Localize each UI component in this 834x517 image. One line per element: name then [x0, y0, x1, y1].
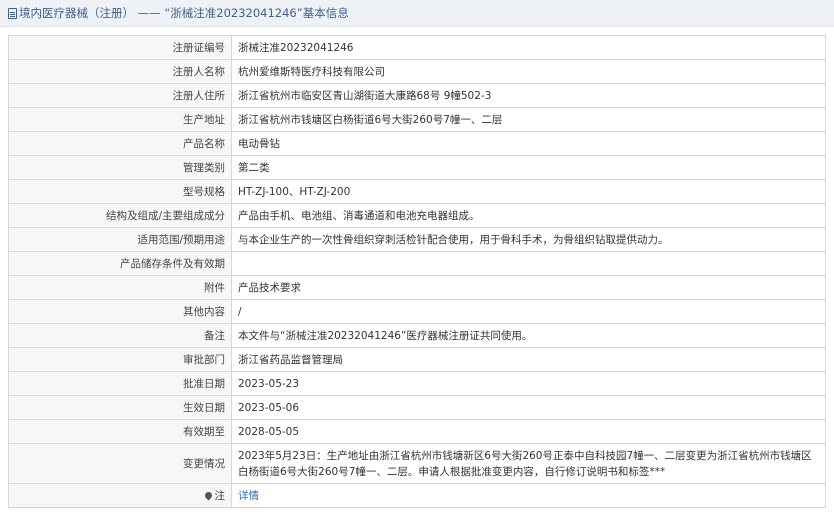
- row-label: 注册人住所: [8, 83, 232, 108]
- table-row: 有效期至 2028-05-05: [8, 419, 826, 444]
- note-value-cell: 详情: [231, 483, 826, 508]
- table-row: 适用范围/预期用途 与本企业生产的一次性骨组织穿刺活检针配合使用，用于骨科手术，为…: [8, 227, 826, 252]
- table-row: 其他内容 /: [8, 299, 826, 324]
- table-row: 注册人名称 杭州爱维斯特医疗科技有限公司: [8, 59, 826, 84]
- row-value: 2028-05-05: [231, 419, 826, 444]
- row-value: 2023-05-06: [231, 395, 826, 420]
- table-row: 审批部门 浙江省药品监督管理局: [8, 347, 826, 372]
- section-title: 境内医疗器械（注册）: [19, 6, 134, 20]
- table-row: 管理类别 第二类: [8, 155, 826, 180]
- row-label: 型号规格: [8, 179, 232, 204]
- table-row: 变更情况 2023年5月23日：生产地址由浙江省杭州市钱塘新区6号大街260号正泰…: [8, 443, 826, 484]
- row-value: 产品技术要求: [231, 275, 826, 300]
- row-label: 变更情况: [8, 443, 232, 484]
- table-row: 备注 本文件与“浙械注准20232041246”医疗器械注册证共同使用。: [8, 323, 826, 348]
- row-label: 产品储存条件及有效期: [8, 251, 232, 276]
- row-label: 产品名称: [8, 131, 232, 156]
- row-value: 2023-05-23: [231, 371, 826, 396]
- row-label: 结构及组成/主要组成成分: [8, 203, 232, 228]
- row-value: 浙江省药品监督管理局: [231, 347, 826, 372]
- title-separator: ——: [137, 6, 161, 20]
- document-icon: [8, 8, 17, 19]
- table-row: 批准日期 2023-05-23: [8, 371, 826, 396]
- page-header: 境内医疗器械（注册） —— “浙械注准20232041246”基本信息: [0, 0, 834, 27]
- row-value: 浙械注准20232041246: [231, 35, 826, 60]
- table-row: 产品储存条件及有效期: [8, 251, 826, 276]
- table-row: 结构及组成/主要组成成分 产品由手机、电池组、消毒通道和电池充电器组成。: [8, 203, 826, 228]
- row-label: 注册人名称: [8, 59, 232, 84]
- info-table-wrapper: 注册证编号 浙械注准20232041246 注册人名称 杭州爱维斯特医疗科技有限公司…: [8, 35, 826, 508]
- note-label-cell: 注: [8, 483, 232, 508]
- table-row: 型号规格 HT-ZJ-100、HT-ZJ-200: [8, 179, 826, 204]
- row-label: 管理类别: [8, 155, 232, 180]
- row-label: 审批部门: [8, 347, 232, 372]
- row-label: 生效日期: [8, 395, 232, 420]
- row-label: 注册证编号: [8, 35, 232, 60]
- table-row: 生产地址 浙江省杭州市钱塘区白杨街道6号大街260号7幢一、二层: [8, 107, 826, 132]
- row-label: 附件: [8, 275, 232, 300]
- row-label: 备注: [8, 323, 232, 348]
- row-value: 浙江省杭州市临安区青山湖街道大康路68号 9幢502-3: [231, 83, 826, 108]
- table-row: 注册证编号 浙械注准20232041246: [8, 35, 826, 60]
- row-value: 杭州爱维斯特医疗科技有限公司: [231, 59, 826, 84]
- row-value: 2023年5月23日：生产地址由浙江省杭州市钱塘新区6号大街260号正泰中自科技…: [231, 443, 826, 484]
- row-value: 浙江省杭州市钱塘区白杨街道6号大街260号7幢一、二层: [231, 107, 826, 132]
- row-value: 与本企业生产的一次性骨组织穿刺活检针配合使用，用于骨科手术，为骨组织钻取提供动力…: [231, 227, 826, 252]
- record-title: “浙械注准20232041246”基本信息: [164, 6, 349, 20]
- row-label: 适用范围/预期用途: [8, 227, 232, 252]
- row-label: 批准日期: [8, 371, 232, 396]
- table-row: 产品名称 电动骨钻: [8, 131, 826, 156]
- table-row: 注册人住所 浙江省杭州市临安区青山湖街道大康路68号 9幢502-3: [8, 83, 826, 108]
- row-label: 生产地址: [8, 107, 232, 132]
- note-row: 注 详情: [8, 483, 826, 508]
- row-value: /: [231, 299, 826, 324]
- row-value: [231, 251, 826, 276]
- table-row: 附件 产品技术要求: [8, 275, 826, 300]
- row-value: 电动骨钻: [231, 131, 826, 156]
- table-row: 生效日期 2023-05-06: [8, 395, 826, 420]
- row-value: 产品由手机、电池组、消毒通道和电池充电器组成。: [231, 203, 826, 228]
- info-table: 注册证编号 浙械注准20232041246 注册人名称 杭州爱维斯特医疗科技有限公司…: [8, 35, 826, 508]
- note-label: 注: [214, 489, 226, 502]
- row-label: 其他内容: [8, 299, 232, 324]
- row-value: HT-ZJ-100、HT-ZJ-200: [231, 179, 826, 204]
- detail-link[interactable]: 详情: [238, 490, 259, 502]
- pin-icon: [203, 490, 213, 500]
- row-label: 有效期至: [8, 419, 232, 444]
- row-value: 第二类: [231, 155, 826, 180]
- row-value: 本文件与“浙械注准20232041246”医疗器械注册证共同使用。: [231, 323, 826, 348]
